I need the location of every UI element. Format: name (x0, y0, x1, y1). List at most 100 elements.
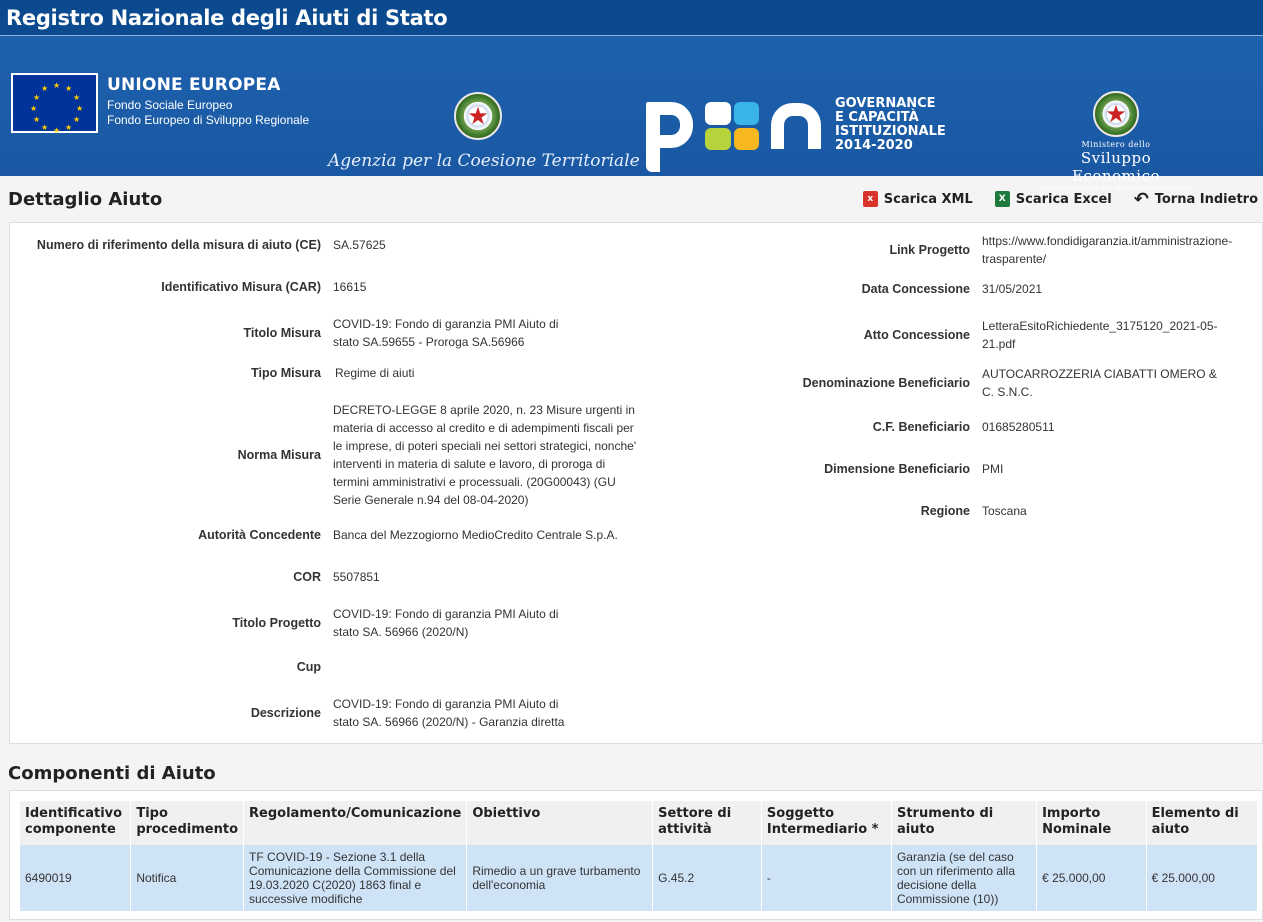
column-header: Strumento di aiuto (891, 801, 1038, 845)
field-row: Link Progetto https://www.fondidigaranzi… (650, 231, 1250, 269)
download-xml-label: Scarica XML (883, 191, 973, 207)
download-excel-button[interactable]: X Scarica Excel (994, 191, 1112, 207)
field-row: Tipo Misura Regime di aiuti (10, 363, 633, 383)
back-button[interactable]: ↶ Torna Indietro (1133, 188, 1258, 210)
field-label: Regione (920, 504, 970, 518)
field-row: Descrizione COVID-19: Fondo di garanzia … (10, 694, 573, 732)
table-cell: Notifica (130, 845, 245, 911)
field-label: COR (293, 570, 321, 584)
column-header: Settore di attività (652, 801, 762, 845)
eu-fund-2: Fondo Europeo di Sviluppo Regionale (107, 113, 310, 127)
field-row: Dimensione Beneficiario PMI (650, 459, 1250, 479)
field-value: 01685280511 (982, 420, 1055, 434)
back-arrow-icon: ↶ (1133, 188, 1149, 210)
table-header-row: Identificativo componente Tipo procedime… (20, 801, 1259, 845)
field-label: Link Progetto (889, 243, 970, 257)
field-label: Titolo Misura (243, 326, 321, 340)
column-header: Soggetto Intermediario * (761, 801, 892, 845)
agency-name: Agenzia per la Coesione Territoriale (328, 151, 640, 171)
field-row: Numero di riferimento della misura di ai… (10, 235, 633, 255)
field-value: DECRETO-LEGGE 8 aprile 2020, n. 23 Misur… (333, 403, 637, 507)
eu-title: UNIONE EUROPEA (107, 75, 281, 95)
field-row: Regione Toscana (650, 501, 1250, 521)
table-cell: TF COVID-19 - Sezione 3.1 della Comunica… (243, 845, 468, 911)
eu-flag-icon: ★ ★ ★ ★ ★ ★ ★ ★ ★ ★ ★ ★ (11, 73, 98, 135)
field-label: C.F. Beneficiario (872, 420, 970, 434)
ministry-sub: Direzione Generale per gli Incentivi all… (1041, 185, 1191, 192)
detail-panel: Numero di riferimento della misura di ai… (9, 222, 1263, 744)
ministry-name: Sviluppo Economico (1071, 149, 1161, 185)
logo-banner: ★ ★ ★ ★ ★ ★ ★ ★ ★ ★ ★ ★ UNIONE EUROPEA Fondo Soc… (0, 36, 1263, 192)
column-header: Tipo procedimento (130, 801, 245, 845)
field-row: C.F. Beneficiario 01685280511 (650, 417, 1250, 437)
components-table: Identificativo componente Tipo procedime… (20, 801, 1259, 911)
field-row: Titolo Misura COVID-19: Fondo di garanzi… (10, 314, 573, 352)
field-row: Identificativo Misura (CAR) 16615 (10, 277, 633, 297)
components-panel: Identificativo componente Tipo procedime… (9, 790, 1263, 920)
column-header: Identificativo componente (20, 801, 132, 845)
field-label: Data Concessione (861, 282, 970, 296)
table-cell: G.45.2 (652, 845, 762, 911)
top-header: Registro Nazionale degli Aiuti di Stato (0, 0, 1263, 36)
field-label: Dimensione Beneficiario (824, 462, 970, 476)
eu-fund-1: Fondo Sociale Europeo (107, 98, 233, 112)
table-row[interactable]: 6490019 Notifica TF COVID-19 - Sezione 3… (20, 845, 1259, 911)
column-header: Regolamento/Comunicazione (243, 801, 468, 845)
field-label: Norma Misura (237, 448, 321, 462)
ministry-small: Ministero dello (1081, 140, 1151, 149)
field-value: Regime di aiuti (335, 366, 415, 380)
table-cell: € 25.000,00 (1036, 845, 1147, 911)
table-cell: Garanzia (se del caso con un riferimento… (891, 845, 1038, 911)
field-label: Autorità Concedente (198, 528, 321, 542)
field-row: Denominazione Beneficiario AUTOCARROZZER… (650, 364, 1222, 402)
excel-file-icon: X (994, 191, 1010, 207)
xml-file-icon: x (862, 191, 878, 207)
detail-actions: x Scarica XML X Scarica Excel ↶ Torna In… (862, 188, 1258, 210)
field-value: COVID-19: Fondo di garanzia PMI Aiuto di… (333, 317, 559, 349)
pon-line-2: E CAPACITÀ (835, 110, 919, 125)
field-label: Descrizione (250, 706, 321, 720)
field-value: https://www.fondidigaranzia.it/amministr… (982, 234, 1233, 266)
pon-line-3: ISTITUZIONALE (835, 124, 946, 139)
italian-emblem-icon: ★ (1093, 91, 1139, 137)
eu-logo: ★ ★ ★ ★ ★ ★ ★ ★ ★ ★ ★ ★ UNIONE EUROPEA Fondo Soc… (11, 73, 310, 135)
download-excel-label: Scarica Excel (1015, 191, 1112, 207)
pon-letters-icon (646, 102, 821, 172)
field-value: COVID-19: Fondo di garanzia PMI Aiuto di… (333, 697, 565, 729)
field-label: Denominazione Beneficiario (802, 376, 970, 390)
field-label: Atto Concessione (863, 328, 970, 342)
table-cell: Rimedio a un grave turbamento dell'econo… (466, 845, 654, 911)
field-value: Banca del Mezzogiorno MedioCredito Centr… (333, 528, 618, 542)
field-row: Cup (10, 657, 633, 677)
italian-emblem-icon: ★ (454, 92, 502, 140)
table-cell: € 25.000,00 (1146, 845, 1259, 911)
column-header: Elemento di aiuto (1146, 801, 1259, 845)
table-cell: - (761, 845, 892, 911)
detail-title: Dettaglio Aiuto (8, 188, 163, 210)
field-row: Norma Misura DECRETO-LEGGE 8 aprile 2020… (10, 400, 638, 510)
pon-line-4: 2014-2020 (835, 138, 913, 153)
components-title: Componenti di Aiuto (8, 763, 216, 784)
field-label: Tipo Misura (251, 366, 321, 380)
field-label: Identificativo Misura (CAR) (161, 280, 321, 294)
site-title: Registro Nazionale degli Aiuti di Stato (6, 6, 448, 30)
field-row: Autorità Concedente Banca del Mezzogiorn… (10, 525, 633, 545)
field-label: Titolo Progetto (232, 616, 321, 630)
field-row: Data Concessione 31/05/2021 (650, 279, 1250, 299)
field-value: LetteraEsitoRichiedente_3175120_2021-05-… (982, 319, 1218, 351)
pon-logo: GOVERNANCE E CAPACITÀ ISTITUZIONALE 2014… (646, 97, 946, 172)
field-value: 31/05/2021 (982, 282, 1043, 296)
field-value: 16615 (333, 280, 367, 294)
pon-line-1: GOVERNANCE (835, 96, 936, 111)
field-label: Numero di riferimento della misura di ai… (36, 238, 321, 252)
field-row: Atto Concessione LetteraEsitoRichiedente… (650, 316, 1222, 354)
field-row: COR 5507851 (10, 567, 633, 587)
download-xml-button[interactable]: x Scarica XML (862, 191, 973, 207)
field-value: AUTOCARROZZERIA CIABATTI OMERO & C. S.N.… (982, 367, 1217, 399)
agency-logo: ★ Agenzia per la Coesione Territoriale (328, 92, 640, 171)
field-row: Titolo Progetto COVID-19: Fondo di garan… (10, 604, 573, 642)
field-label: Cup (296, 660, 321, 674)
column-header: Importo Nominale (1036, 801, 1147, 845)
field-value: SA.57625 (333, 238, 386, 252)
field-value: COVID-19: Fondo di garanzia PMI Aiuto di… (333, 607, 559, 639)
